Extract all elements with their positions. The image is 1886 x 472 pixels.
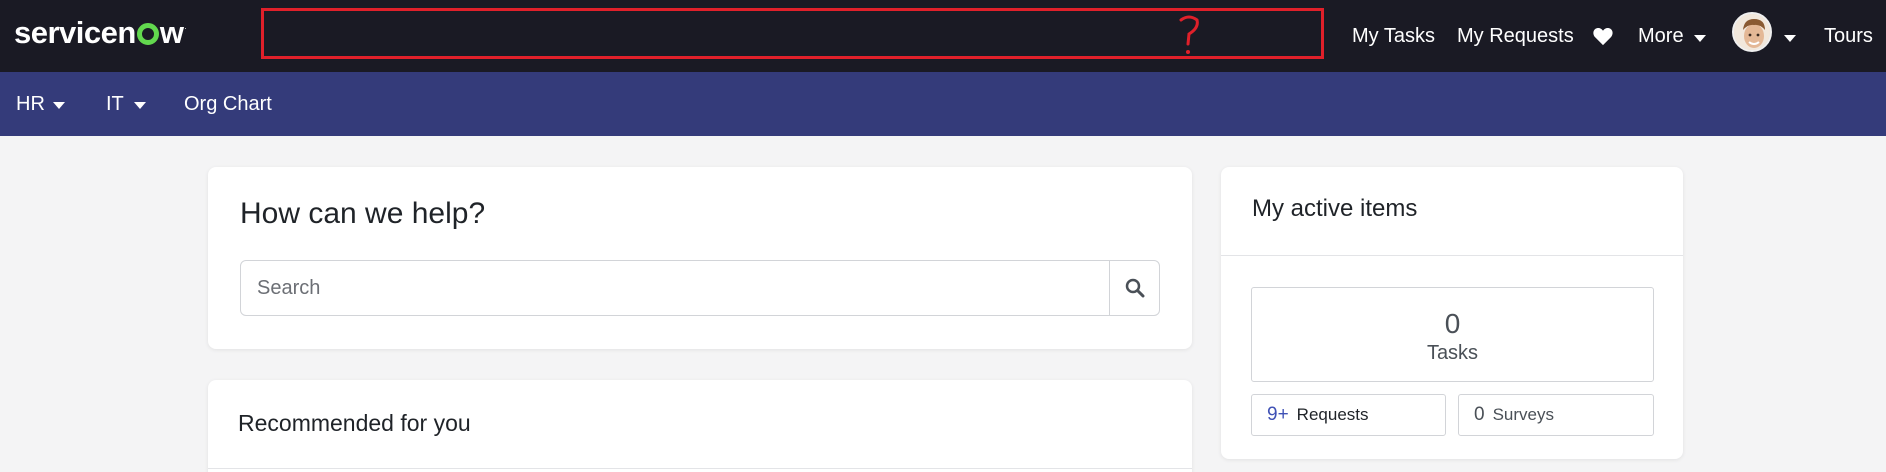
search-box [240, 260, 1160, 316]
avatar[interactable] [1732, 12, 1772, 52]
surveys-label: Surveys [1492, 405, 1554, 424]
top-header: servicen w. My Tasks My Requests More Tou… [0, 0, 1886, 72]
annotation-question-mark [1179, 15, 1199, 54]
chevron-down-icon [1693, 34, 1706, 42]
nav-my-tasks[interactable]: My Tasks [1352, 0, 1435, 72]
subnav-item-hr[interactable]: HR [16, 72, 65, 136]
recommended-card: Recommended for you [208, 380, 1192, 472]
recommended-title: Recommended for you [238, 410, 471, 436]
surveys-count: 0 [1474, 404, 1485, 425]
nav-my-tasks-label: My Tasks [1352, 24, 1435, 47]
favorites-button[interactable] [1592, 0, 1614, 72]
requests-count: 9+ [1267, 404, 1289, 425]
user-photo [1734, 14, 1770, 50]
heart-icon [1593, 27, 1613, 46]
search-button[interactable] [1109, 261, 1159, 315]
chevron-down-icon [1784, 34, 1796, 42]
nav-tours[interactable]: Tours [1824, 0, 1873, 72]
annotation-highlight-box [261, 8, 1324, 59]
subnav-it-label: IT [106, 92, 124, 115]
active-items-title: My active items [1252, 195, 1418, 222]
subnav-hr-label: HR [16, 92, 45, 115]
logo-text-end: w [159, 15, 184, 50]
logo-o-mark [136, 23, 159, 45]
more-menu[interactable]: More [1638, 0, 1706, 72]
search-icon [1125, 278, 1144, 298]
subnav-item-org-chart[interactable]: Org Chart [184, 72, 272, 136]
more-menu-label: More [1638, 24, 1684, 47]
help-card: How can we help? [208, 167, 1192, 349]
servicenow-logo[interactable]: servicen w. [14, 14, 187, 52]
secondary-nav: HR IT Org Chart [0, 72, 1886, 136]
chevron-down-icon [52, 102, 65, 109]
subnav-item-it[interactable]: IT [106, 72, 146, 136]
help-title: How can we help? [240, 197, 486, 230]
user-menu-toggle[interactable] [1784, 0, 1796, 72]
nav-tours-label: Tours [1824, 24, 1873, 47]
chevron-down-icon [133, 102, 146, 109]
logo-trademark: . [184, 22, 187, 31]
search-input[interactable] [241, 261, 1110, 315]
recommended-divider [208, 468, 1192, 469]
nav-my-requests-label: My Requests [1457, 24, 1574, 47]
requests-label: Requests [1296, 405, 1369, 424]
tasks-label: Tasks [1426, 342, 1479, 364]
active-items-divider [1221, 255, 1683, 256]
subnav-org-chart-label: Org Chart [184, 92, 272, 115]
requests-tile[interactable]: 9+ Requests [1251, 394, 1446, 436]
surveys-tile[interactable]: 0 Surveys [1458, 394, 1654, 436]
nav-my-requests[interactable]: My Requests [1457, 0, 1574, 72]
tasks-count: 0 [1444, 308, 1461, 339]
logo-text-start: servicen [14, 15, 136, 50]
active-items-card: My active items 0 Tasks 9+ Requests 0 Su… [1221, 167, 1683, 459]
tasks-tile[interactable]: 0 Tasks [1251, 287, 1654, 382]
